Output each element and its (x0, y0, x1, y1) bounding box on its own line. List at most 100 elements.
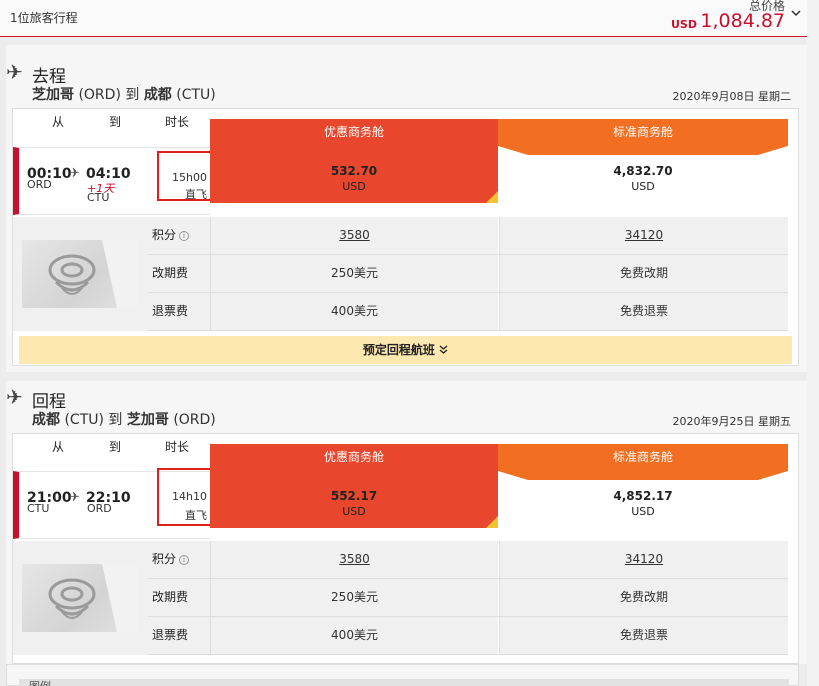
outbound-route: 芝加哥 (ORD) 到 成都 (CTU) (32, 84, 216, 104)
origin-city: 芝加哥 (32, 87, 74, 103)
legend-label: 图例 (29, 678, 51, 686)
origin-city: 成都 (32, 412, 60, 428)
refund-fee-label: 退票费 (148, 293, 210, 330)
selected-corner-marker (486, 191, 498, 203)
inbound-route: 成都 (CTU) 到 芝加哥 (ORD) (32, 409, 216, 429)
inbound-flight-card: 从 到 时长 21:00 ✈ 22:10 CTU ORD 14h10 直飞 优惠… (12, 433, 799, 664)
plane-icon: ✈ (69, 490, 80, 505)
page-scrollbar[interactable] (807, 0, 819, 686)
change-fee-label: 改期费 (148, 255, 210, 292)
refund-fee-row: 退票费 400美元 免费退票 (148, 617, 788, 655)
standard-fare-currency: USD (631, 505, 655, 518)
col-duration: 时长 (164, 115, 189, 129)
outbound-flight-card: 从 到 时长 00:10 ✈ 04:10 ORD +1天 CTU 15h00 直… (12, 108, 799, 366)
arrival-code: ORD (87, 502, 112, 515)
standard-refund-fee: 免费退票 (499, 617, 788, 654)
change-fee-row: 改期费 250美元 免费改期 (148, 255, 788, 293)
plane-icon: ✈ (69, 166, 80, 181)
outbound-flight-row[interactable]: 00:10 ✈ 04:10 ORD +1天 CTU 15h00 直飞 (13, 147, 212, 215)
flight-duration: 14h10 (172, 490, 207, 503)
promo-fare-title: 优惠商务舱 (323, 450, 384, 464)
standard-fare-price: 4,832.70 (613, 164, 673, 178)
total-currency: USD (671, 18, 697, 31)
traveler-count: 1位旅客行程 (10, 11, 78, 25)
departure-code: ORD (27, 178, 52, 191)
book-return-button[interactable]: 预定回程航班 (19, 336, 792, 364)
standard-business-fare[interactable]: 标准商务舱 4,852.17 USD (498, 444, 788, 528)
change-fee-label: 改期费 (148, 579, 210, 616)
points-label: 积分 i (148, 541, 210, 578)
outbound-date: 2020年9月08日 星期二 (672, 90, 792, 103)
col-to: 到 (108, 440, 121, 454)
dest-code: (ORD) (173, 412, 216, 428)
total-price: 1,084.87 (700, 10, 785, 32)
fare-details: 积分 i 3580 34120 改期费 250美元 免费改期 退票费 400美元 … (13, 217, 788, 331)
origin-code: (CTU) (64, 412, 104, 428)
standard-refund-fee: 免费退票 (499, 293, 788, 330)
promo-refund-fee: 400美元 (210, 293, 498, 330)
plane-icon: ✈ (6, 60, 23, 84)
dest-city: 芝加哥 (126, 412, 169, 428)
arrival-code: CTU (87, 191, 110, 204)
departure-code: CTU (27, 502, 50, 515)
promo-business-fare[interactable]: 优惠商务舱 552.17 USD (210, 444, 498, 528)
points-label: 积分 i (148, 217, 210, 254)
standard-points[interactable]: 34120 (499, 541, 788, 578)
airline-logo-cell (13, 541, 148, 655)
col-duration: 时长 (164, 440, 189, 454)
promo-points[interactable]: 3580 (210, 541, 498, 578)
standard-fare-currency: USD (631, 180, 655, 193)
points-row: 积分 i 3580 34120 (148, 217, 788, 255)
flight-duration: 15h00 (172, 171, 207, 184)
promo-points[interactable]: 3580 (210, 217, 498, 254)
duration-highlight: 15h00 直飞 (157, 151, 212, 201)
inbound-flight-row[interactable]: 21:00 ✈ 22:10 CTU ORD 14h10 直飞 (13, 468, 212, 539)
promo-fare-price: 532.70 (330, 164, 378, 178)
col-from: 从 (51, 115, 64, 129)
change-fee-row: 改期费 250美元 免费改期 (148, 579, 788, 617)
promo-fare-currency: USD (342, 505, 366, 518)
col-to: 到 (108, 115, 121, 129)
inbound-date: 2020年9月25日 星期五 (672, 415, 792, 428)
plane-icon: ✈ (6, 385, 23, 409)
route-connector: 到 (108, 412, 123, 428)
info-icon[interactable]: i (179, 231, 190, 241)
info-icon[interactable]: i (179, 555, 190, 565)
standard-change-fee: 免费改期 (499, 255, 788, 292)
standard-fare-title: 标准商务舱 (612, 125, 673, 139)
standard-business-fare[interactable]: 标准商务舱 4,832.70 USD (498, 119, 788, 203)
legend-panel: 图例 (6, 664, 799, 686)
dest-code: (CTU) (176, 87, 216, 103)
col-from: 从 (51, 440, 64, 454)
duration-highlight: 14h10 直飞 (157, 468, 212, 526)
double-chevron-down-icon (439, 343, 448, 357)
chevron-down-icon[interactable] (791, 6, 801, 20)
book-return-label: 预定回程航班 (362, 343, 435, 357)
promo-change-fee: 250美元 (210, 255, 498, 292)
promo-refund-fee: 400美元 (210, 617, 498, 654)
standard-fare-title: 标准商务舱 (612, 450, 673, 464)
refund-fee-label: 退票费 (148, 617, 210, 654)
trip-summary-bar[interactable]: 1位旅客行程 总价格 USD 1,084.87 (0, 0, 807, 37)
direct-flight-label: 直飞 (185, 188, 207, 201)
airline-logo-cell (13, 217, 148, 331)
points-row: 积分 i 3580 34120 (148, 541, 788, 579)
promo-business-fare[interactable]: 优惠商务舱 532.70 USD (210, 119, 498, 203)
selected-corner-marker (486, 516, 498, 528)
fare-details: 积分 i 3580 34120 改期费 250美元 免费改期 退票费 400美元 … (13, 541, 788, 655)
standard-fare-price: 4,852.17 (613, 489, 673, 503)
direct-flight-label: 直飞 (185, 509, 207, 522)
promo-change-fee: 250美元 (210, 579, 498, 616)
promo-fare-title: 优惠商务舱 (323, 125, 384, 139)
dest-city: 成都 (143, 87, 172, 103)
refund-fee-row: 退票费 400美元 免费退票 (148, 293, 788, 331)
standard-change-fee: 免费改期 (499, 579, 788, 616)
airline-logo (22, 564, 137, 632)
origin-code: (ORD) (78, 87, 121, 103)
route-connector: 到 (125, 87, 140, 103)
promo-fare-price: 552.17 (330, 489, 378, 503)
standard-points[interactable]: 34120 (499, 217, 788, 254)
legend-bar (19, 679, 789, 686)
airline-logo (22, 240, 137, 308)
promo-fare-currency: USD (342, 180, 366, 193)
